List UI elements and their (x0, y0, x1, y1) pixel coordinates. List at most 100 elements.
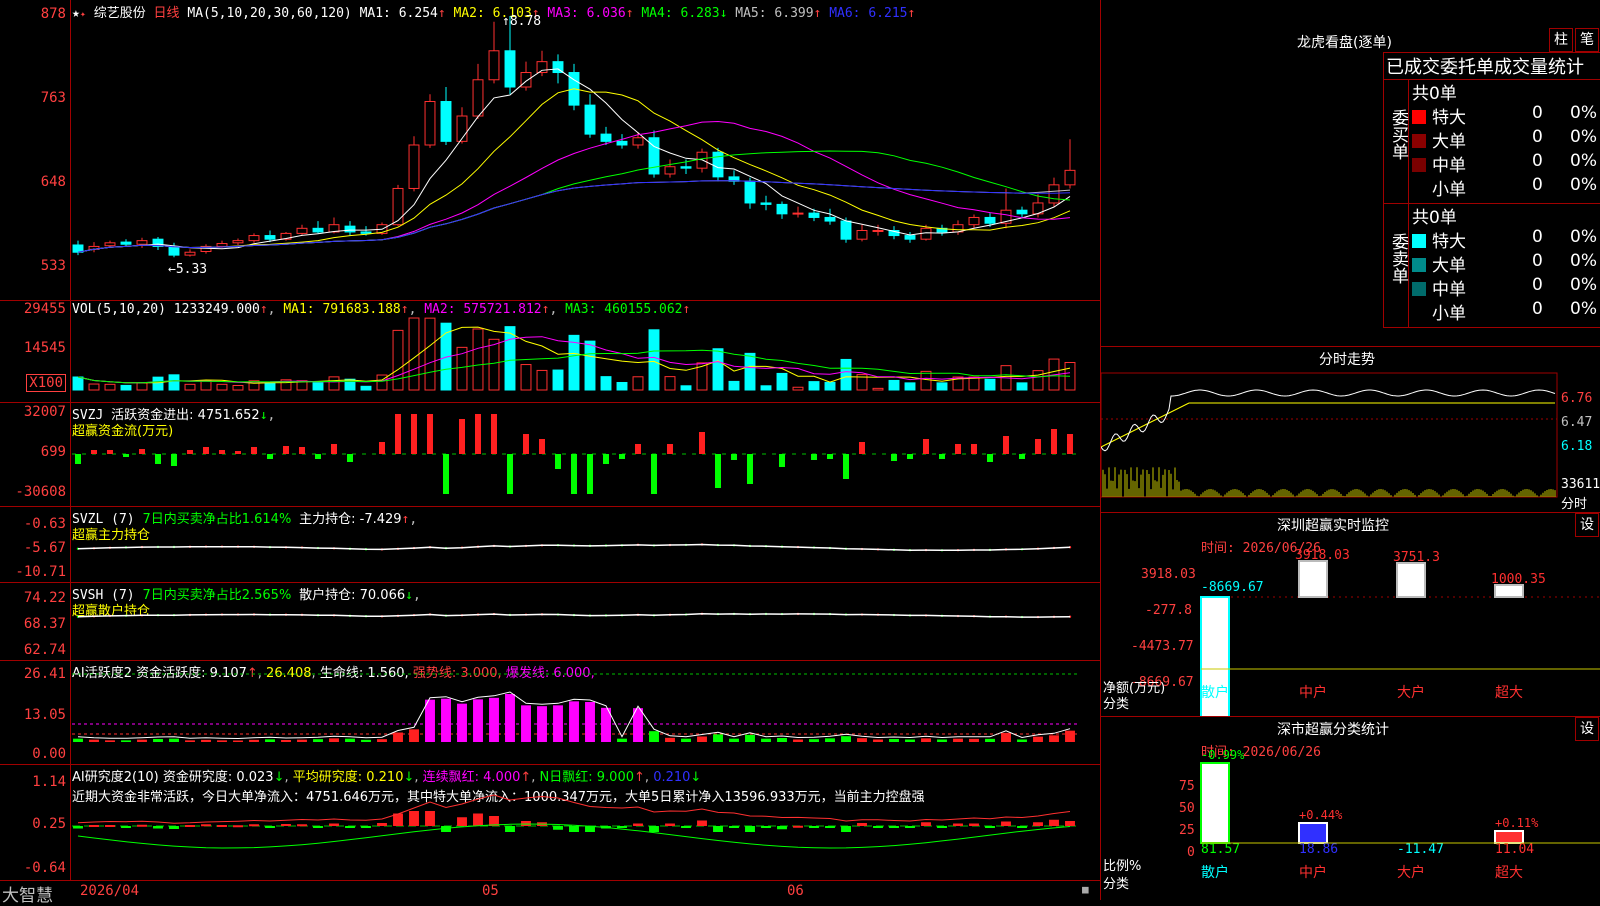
candle-body (440, 101, 452, 142)
vol-panel[interactable]: 29455 14545 X100 VOL(5,10,20) 1233249.00… (0, 300, 1100, 403)
flow-bar (907, 454, 913, 459)
research-bar (985, 826, 995, 828)
research-bar (313, 826, 323, 828)
research-bar (105, 825, 115, 827)
pct-value: 0% (1570, 127, 1597, 147)
legend-swatch (1412, 182, 1426, 196)
activity-bar (249, 739, 259, 742)
pct-value: 0% (1570, 251, 1597, 271)
count-value: 0 (1532, 251, 1543, 271)
research-bar (569, 826, 579, 832)
flow-bar (283, 446, 289, 454)
svsh-panel[interactable]: 74.22 68.37 62.74 SVSH (7) 7日内买卖净占比2.565… (0, 582, 1100, 661)
activity-bar (553, 705, 563, 742)
intraday-section[interactable]: 分时走势 6.76 6.47 6.18 33611 分时 (1101, 346, 1600, 512)
sell-row: 特大 0 0% (1412, 227, 1600, 252)
intraday-tick: 6.18 (1561, 439, 1593, 454)
research-bar (649, 826, 659, 832)
candle-body (488, 50, 500, 81)
research-bar (745, 826, 755, 832)
flow-bar (1051, 429, 1057, 454)
volume-bar (520, 364, 532, 391)
research-bar (761, 826, 771, 828)
research-bar (953, 823, 963, 826)
volume-bar (744, 352, 756, 391)
tab-stats[interactable]: 已成交委托单成交量统计 (1386, 53, 1584, 79)
activity-bar (873, 739, 883, 742)
price-panel[interactable]: 878 763 648 533 ★✦ 综艺股份 日线 MA(5,10,20,30… (0, 0, 1100, 301)
research-bar (233, 825, 243, 828)
volume-bar (920, 370, 932, 391)
buy-row: 大单 0 0% (1412, 127, 1600, 152)
flow-bar (491, 414, 497, 454)
pct-value: 0% (1570, 275, 1597, 295)
volume-bar (632, 376, 644, 391)
flow-bar (651, 454, 657, 494)
activity-bar (537, 706, 547, 742)
candle-body (1064, 169, 1076, 186)
legend-swatch (1412, 158, 1426, 172)
volume-bar (488, 338, 500, 391)
flow-bar (1067, 434, 1073, 454)
candle-body (856, 229, 868, 240)
activity-bar (329, 738, 339, 742)
svzl-panel[interactable]: -0.63 -5.67 -10.71 SVZL (7) 7日内买卖净占比1.61… (0, 506, 1100, 583)
sz-monitor[interactable]: 深圳超赢实时监控 设 时间: 2026/06/26 3918.03 -277.8… (1101, 512, 1600, 717)
tick-view-button[interactable]: 笔 (1575, 28, 1599, 52)
candle-body (984, 216, 996, 224)
research-bar (681, 826, 691, 828)
pct-value: 0% (1570, 227, 1597, 247)
flow-bar (459, 419, 465, 454)
research-bar (777, 826, 787, 830)
activity-bar (441, 698, 451, 742)
research-bar (169, 826, 179, 829)
bar-view-button[interactable]: 柱 (1549, 28, 1573, 52)
volume-bar (472, 328, 484, 391)
candle-body (792, 212, 804, 215)
activity-bar (313, 739, 323, 742)
flow-bar (507, 454, 513, 494)
research-bar (377, 823, 387, 826)
research-bar (697, 820, 707, 826)
ai-research-panel[interactable]: 1.14 0.25 -0.64 AI研究度2(10) 资金研究度: 0.023↓… (0, 764, 1100, 880)
activity-bar (153, 739, 163, 742)
flow-bar (891, 454, 897, 461)
flow-bar (715, 454, 721, 488)
activity-bar (681, 738, 691, 742)
svzl-chart (76, 543, 1072, 552)
candle-body (1048, 184, 1060, 204)
research-bar (873, 826, 883, 828)
candle-body (904, 235, 916, 240)
activity-bar (809, 739, 819, 742)
pct-value: 0% (1570, 151, 1597, 171)
flow-bar (987, 454, 993, 462)
flow-bar (171, 454, 177, 466)
activity-bar (489, 697, 499, 742)
volume-bar (392, 329, 404, 391)
lock-icon[interactable]: ■ (1082, 883, 1089, 896)
sz-bar-chart: -8669.67 散户 3918.03 中户 3751.3 大户 1000.35 超大 (1200, 548, 1600, 717)
activity-bar (1065, 730, 1075, 742)
flow-bar (971, 444, 977, 454)
ai-activity-panel[interactable]: 26.41 13.05 0.00 AI活跃度2 资金活跃度: 9.107↑, 2… (0, 660, 1100, 765)
sz-category: 散户 (1201, 684, 1229, 701)
activity-bar (169, 738, 179, 742)
activity-bar (185, 740, 195, 742)
buy-block: 委买单 共0单 特大 0 0% 大单 0 0% 中单 0 0% 小单 0 0% (1383, 79, 1600, 204)
volume-bar (72, 376, 84, 391)
cls-stats[interactable]: 深市超赢分类统计 设 时间: 2026/06/26 75 50 25 0 比例%… (1101, 716, 1600, 901)
svzj-panel[interactable]: 32007 699 -30608 SVZJ 活跃资金进出: 4751.652↓,… (0, 402, 1100, 507)
flow-bar (475, 414, 481, 454)
pct-value: 0% (1570, 299, 1597, 319)
pct-value: 0% (1570, 103, 1597, 123)
volume-bar (968, 376, 980, 391)
research-bar (185, 825, 195, 827)
flow-bar (619, 454, 625, 459)
activity-bar (969, 738, 979, 742)
buy-row-label: 大单 (1432, 132, 1466, 152)
activity-bar (697, 736, 707, 742)
sell-side-label: 委卖单 (1384, 203, 1409, 327)
research-bar (1001, 821, 1011, 826)
volume-bar (600, 376, 612, 391)
volume-bar (504, 326, 516, 391)
